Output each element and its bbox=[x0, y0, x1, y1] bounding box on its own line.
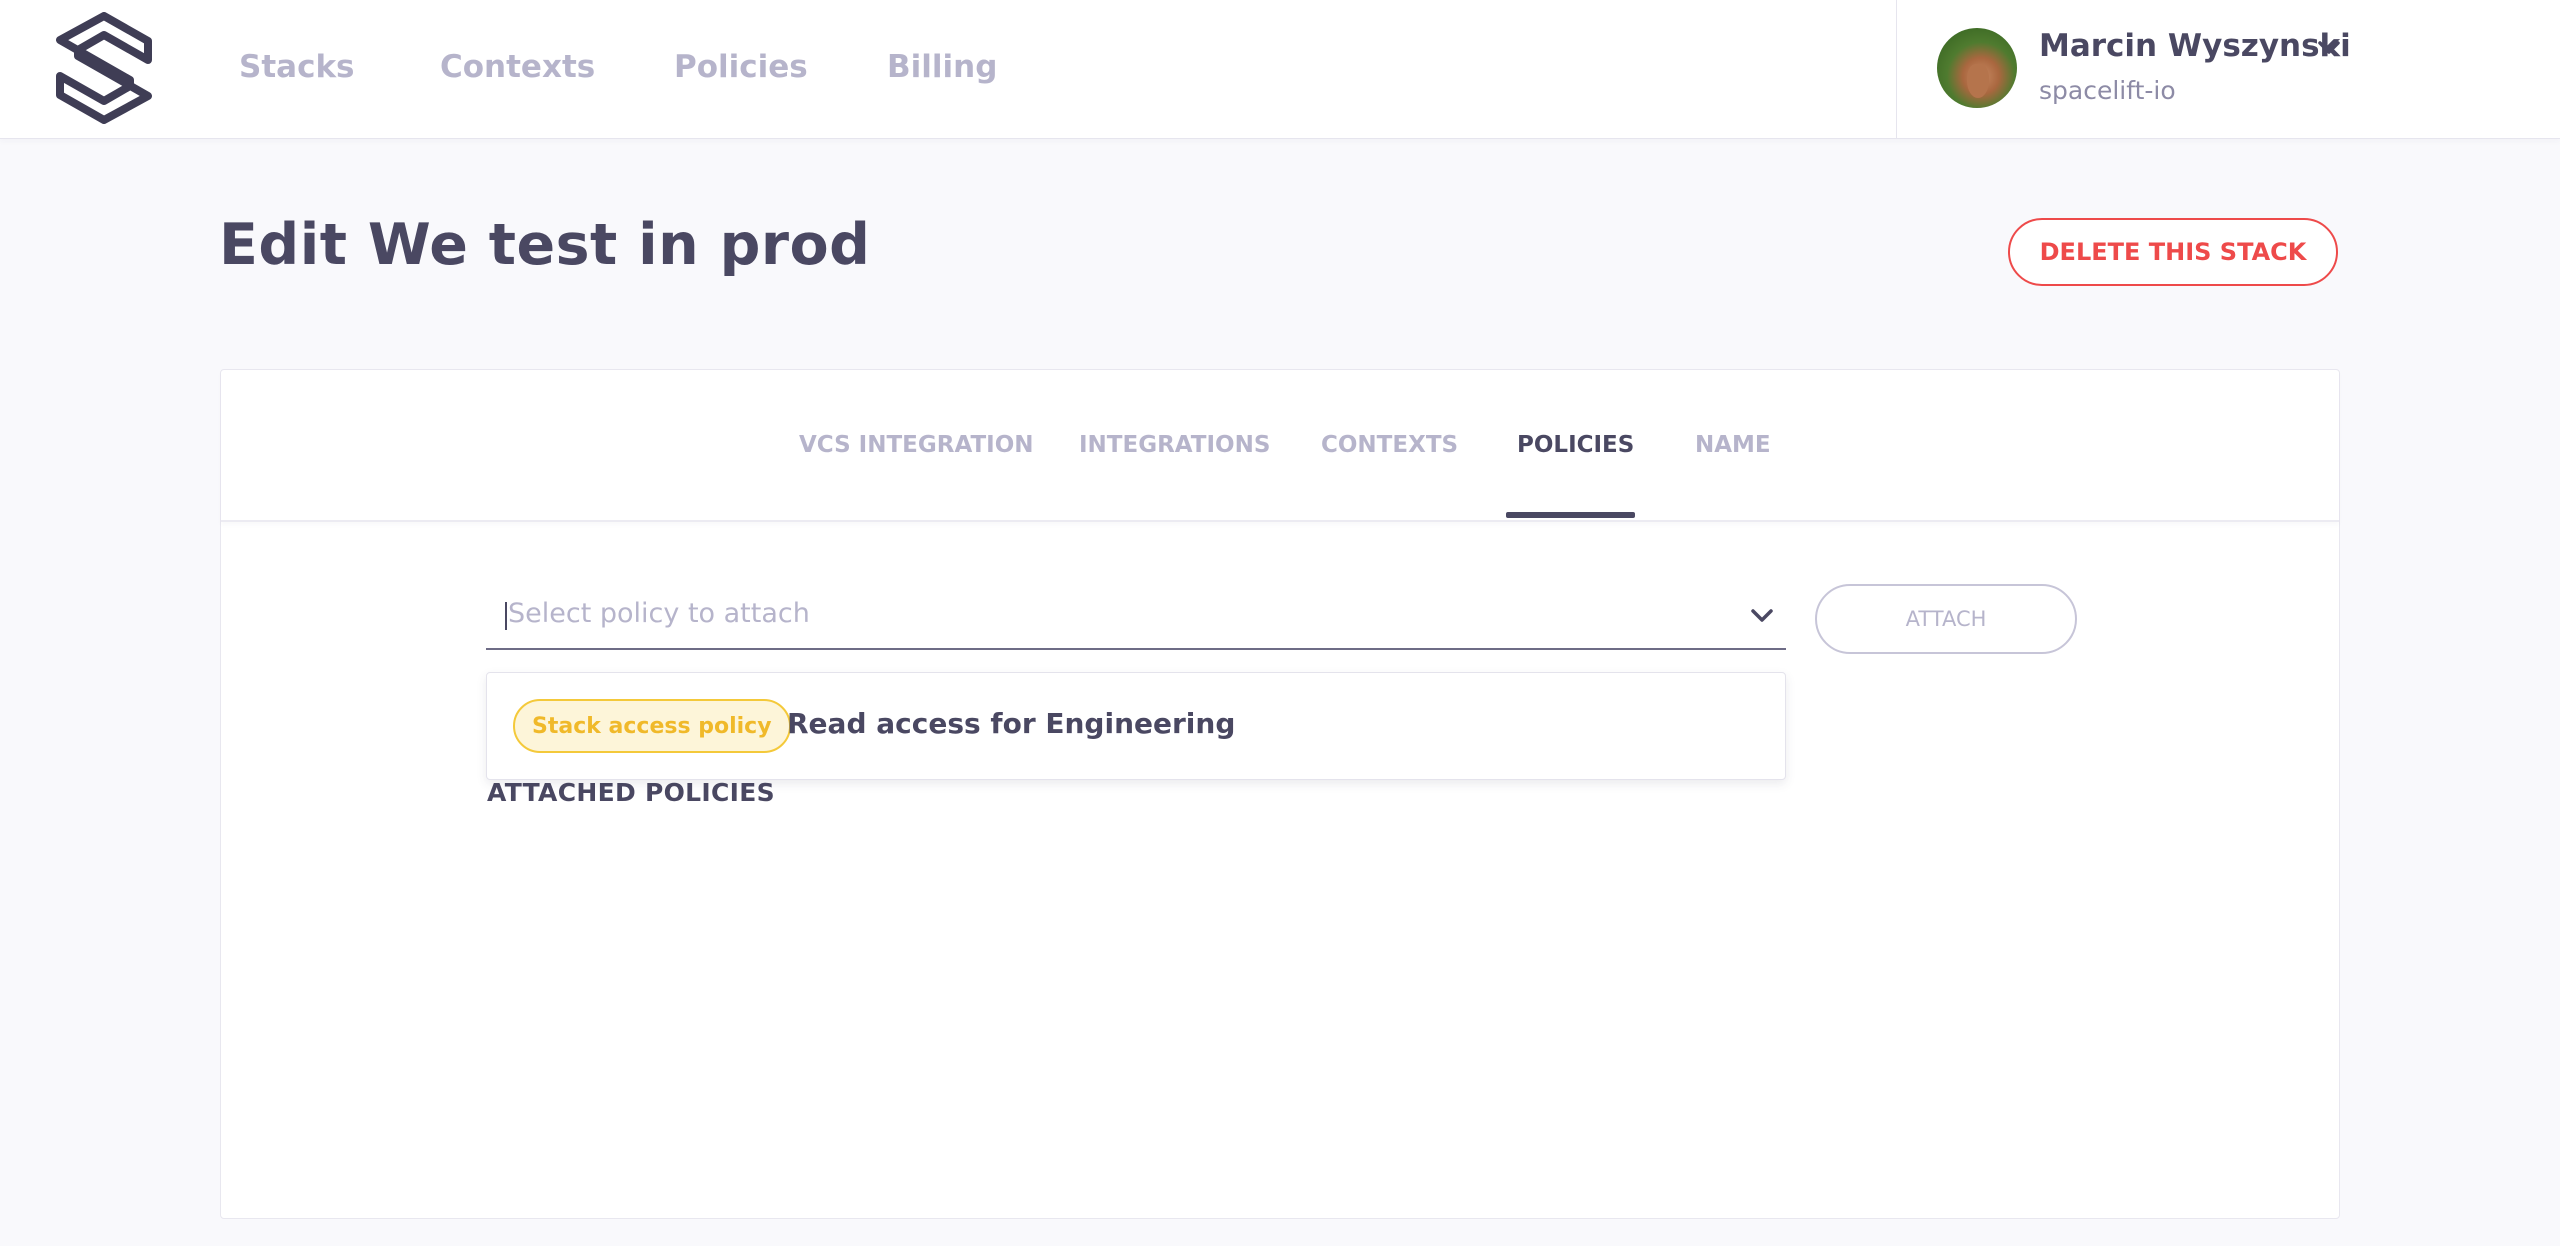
spacelift-logo[interactable] bbox=[54, 12, 154, 124]
tab-contexts[interactable]: CONTEXTS bbox=[1321, 432, 1458, 458]
policy-select-input[interactable]: Select policy to attach bbox=[486, 582, 1786, 650]
attach-button[interactable]: ATTACH bbox=[1815, 584, 2077, 654]
nav-contexts[interactable]: Contexts bbox=[440, 49, 595, 85]
select-placeholder: Select policy to attach bbox=[508, 598, 810, 629]
active-tab-indicator bbox=[1506, 512, 1635, 518]
tab-policies[interactable]: POLICIES bbox=[1517, 432, 1634, 458]
chevron-down-icon[interactable] bbox=[2315, 36, 2343, 60]
nav-policies[interactable]: Policies bbox=[674, 49, 808, 85]
delete-stack-button[interactable]: DELETE THIS STACK bbox=[2008, 218, 2338, 286]
policy-type-badge: Stack access policy bbox=[513, 699, 791, 753]
user-name: Marcin Wyszynski bbox=[2039, 28, 2351, 64]
nav-stacks[interactable]: Stacks bbox=[239, 49, 355, 85]
tab-name[interactable]: NAME bbox=[1695, 432, 1771, 458]
policy-dropdown-menu: Stack access policy Read access for Engi… bbox=[486, 672, 1786, 780]
tab-integrations[interactable]: INTEGRATIONS bbox=[1079, 432, 1270, 458]
settings-tabs: VCS INTEGRATION INTEGRATIONS CONTEXTS PO… bbox=[221, 370, 2339, 522]
user-menu[interactable]: Marcin Wyszynski spacelift-io bbox=[1896, 0, 2560, 138]
chevron-down-icon[interactable] bbox=[1748, 604, 1776, 628]
organization-name: spacelift-io bbox=[2039, 76, 2176, 105]
nav-billing[interactable]: Billing bbox=[887, 49, 997, 85]
tab-vcs-integration[interactable]: VCS INTEGRATION bbox=[799, 432, 1034, 458]
stack-settings-card: VCS INTEGRATION INTEGRATIONS CONTEXTS PO… bbox=[220, 369, 2340, 1219]
avatar bbox=[1937, 28, 2017, 108]
page-title: Edit We test in prod bbox=[219, 212, 871, 278]
attached-policies-heading: ATTACHED POLICIES bbox=[487, 778, 775, 807]
text-cursor bbox=[505, 602, 507, 630]
policy-option-name: Read access for Engineering bbox=[787, 707, 1236, 740]
policy-option[interactable]: Stack access policy Read access for Engi… bbox=[487, 673, 1785, 779]
top-navigation-bar: Stacks Contexts Policies Billing Marcin … bbox=[0, 0, 2560, 139]
